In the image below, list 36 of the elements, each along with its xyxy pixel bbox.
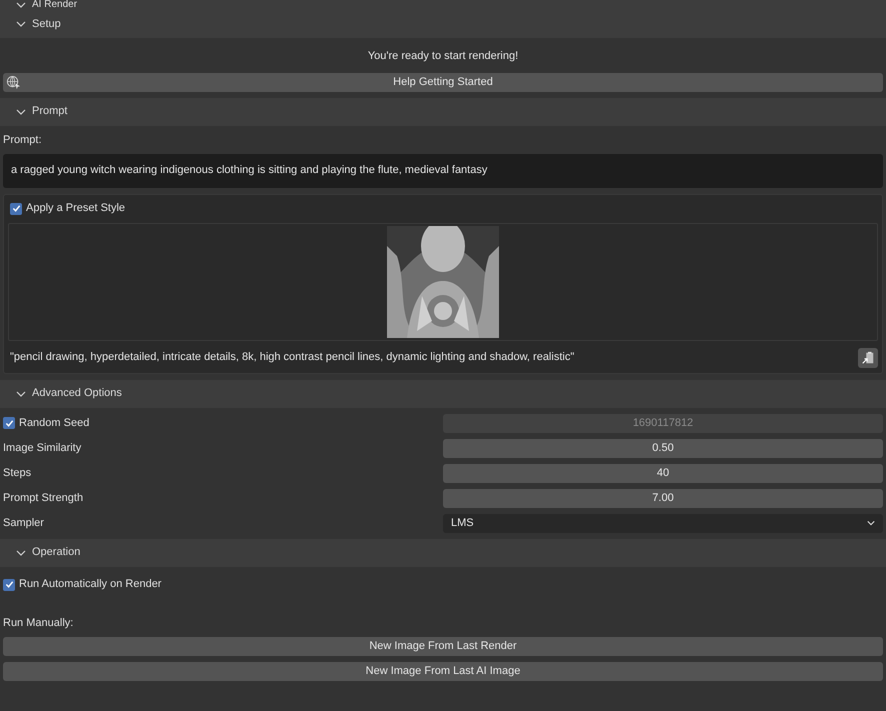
field-label: Sampler <box>3 516 45 531</box>
prompt-field[interactable]: a ragged young witch wearing indigenous clothing is sitting and playing the flute, medieval fantasy <box>3 154 883 188</box>
copy-button[interactable] <box>858 348 878 368</box>
number-field: 1690117812 <box>443 414 883 432</box>
section-title[interactable]: Prompt <box>32 103 68 120</box>
globe-icon <box>6 74 21 90</box>
style-text: "pencil drawing, hyperdetailed, intricate details, 8k, high contrast pencil lines, dynamic lighting and shadow, realistic" <box>10 350 574 366</box>
sampler-dropdown[interactable]: LMS <box>443 514 883 532</box>
section-title[interactable]: Operation <box>32 544 80 561</box>
number-field[interactable]: 7.00 <box>443 488 883 508</box>
paste-icon <box>861 350 875 364</box>
section-label: Run Manually: <box>3 616 74 630</box>
chevron-icon[interactable] <box>16 106 26 116</box>
number-field[interactable]: 0.50 <box>443 438 883 458</box>
status-message: You're ready to start rendering! <box>366 49 520 64</box>
checkbox[interactable] <box>3 578 15 590</box>
field-label: Image Similarity <box>3 440 82 456</box>
panel-title[interactable]: AI Render <box>32 0 78 10</box>
checkbox-label: Apply a Preset Style <box>26 201 126 216</box>
checkbox-label: Random Seed <box>19 416 90 431</box>
chevron-icon[interactable] <box>16 0 26 10</box>
field-label: Prompt: <box>3 132 43 148</box>
action-button[interactable]: New Image From Last Render <box>3 636 883 656</box>
help-button[interactable]: Help Getting Started <box>3 72 883 92</box>
number-field[interactable]: 40 <box>443 464 883 482</box>
action-button[interactable]: New Image From Last AI Image <box>3 662 883 680</box>
chevron-icon[interactable] <box>16 548 26 558</box>
chevron-icon[interactable] <box>16 19 26 29</box>
chevron-icon[interactable] <box>16 388 26 398</box>
checkbox-label: Run Automatically on Render <box>19 577 162 592</box>
field-label: Steps <box>3 466 32 481</box>
section-title[interactable]: Setup <box>32 16 61 32</box>
caret-icon <box>867 519 875 527</box>
field-label: Prompt Strength <box>3 490 84 506</box>
checkbox[interactable] <box>10 202 22 214</box>
section-title[interactable]: Advanced Options <box>32 385 122 402</box>
